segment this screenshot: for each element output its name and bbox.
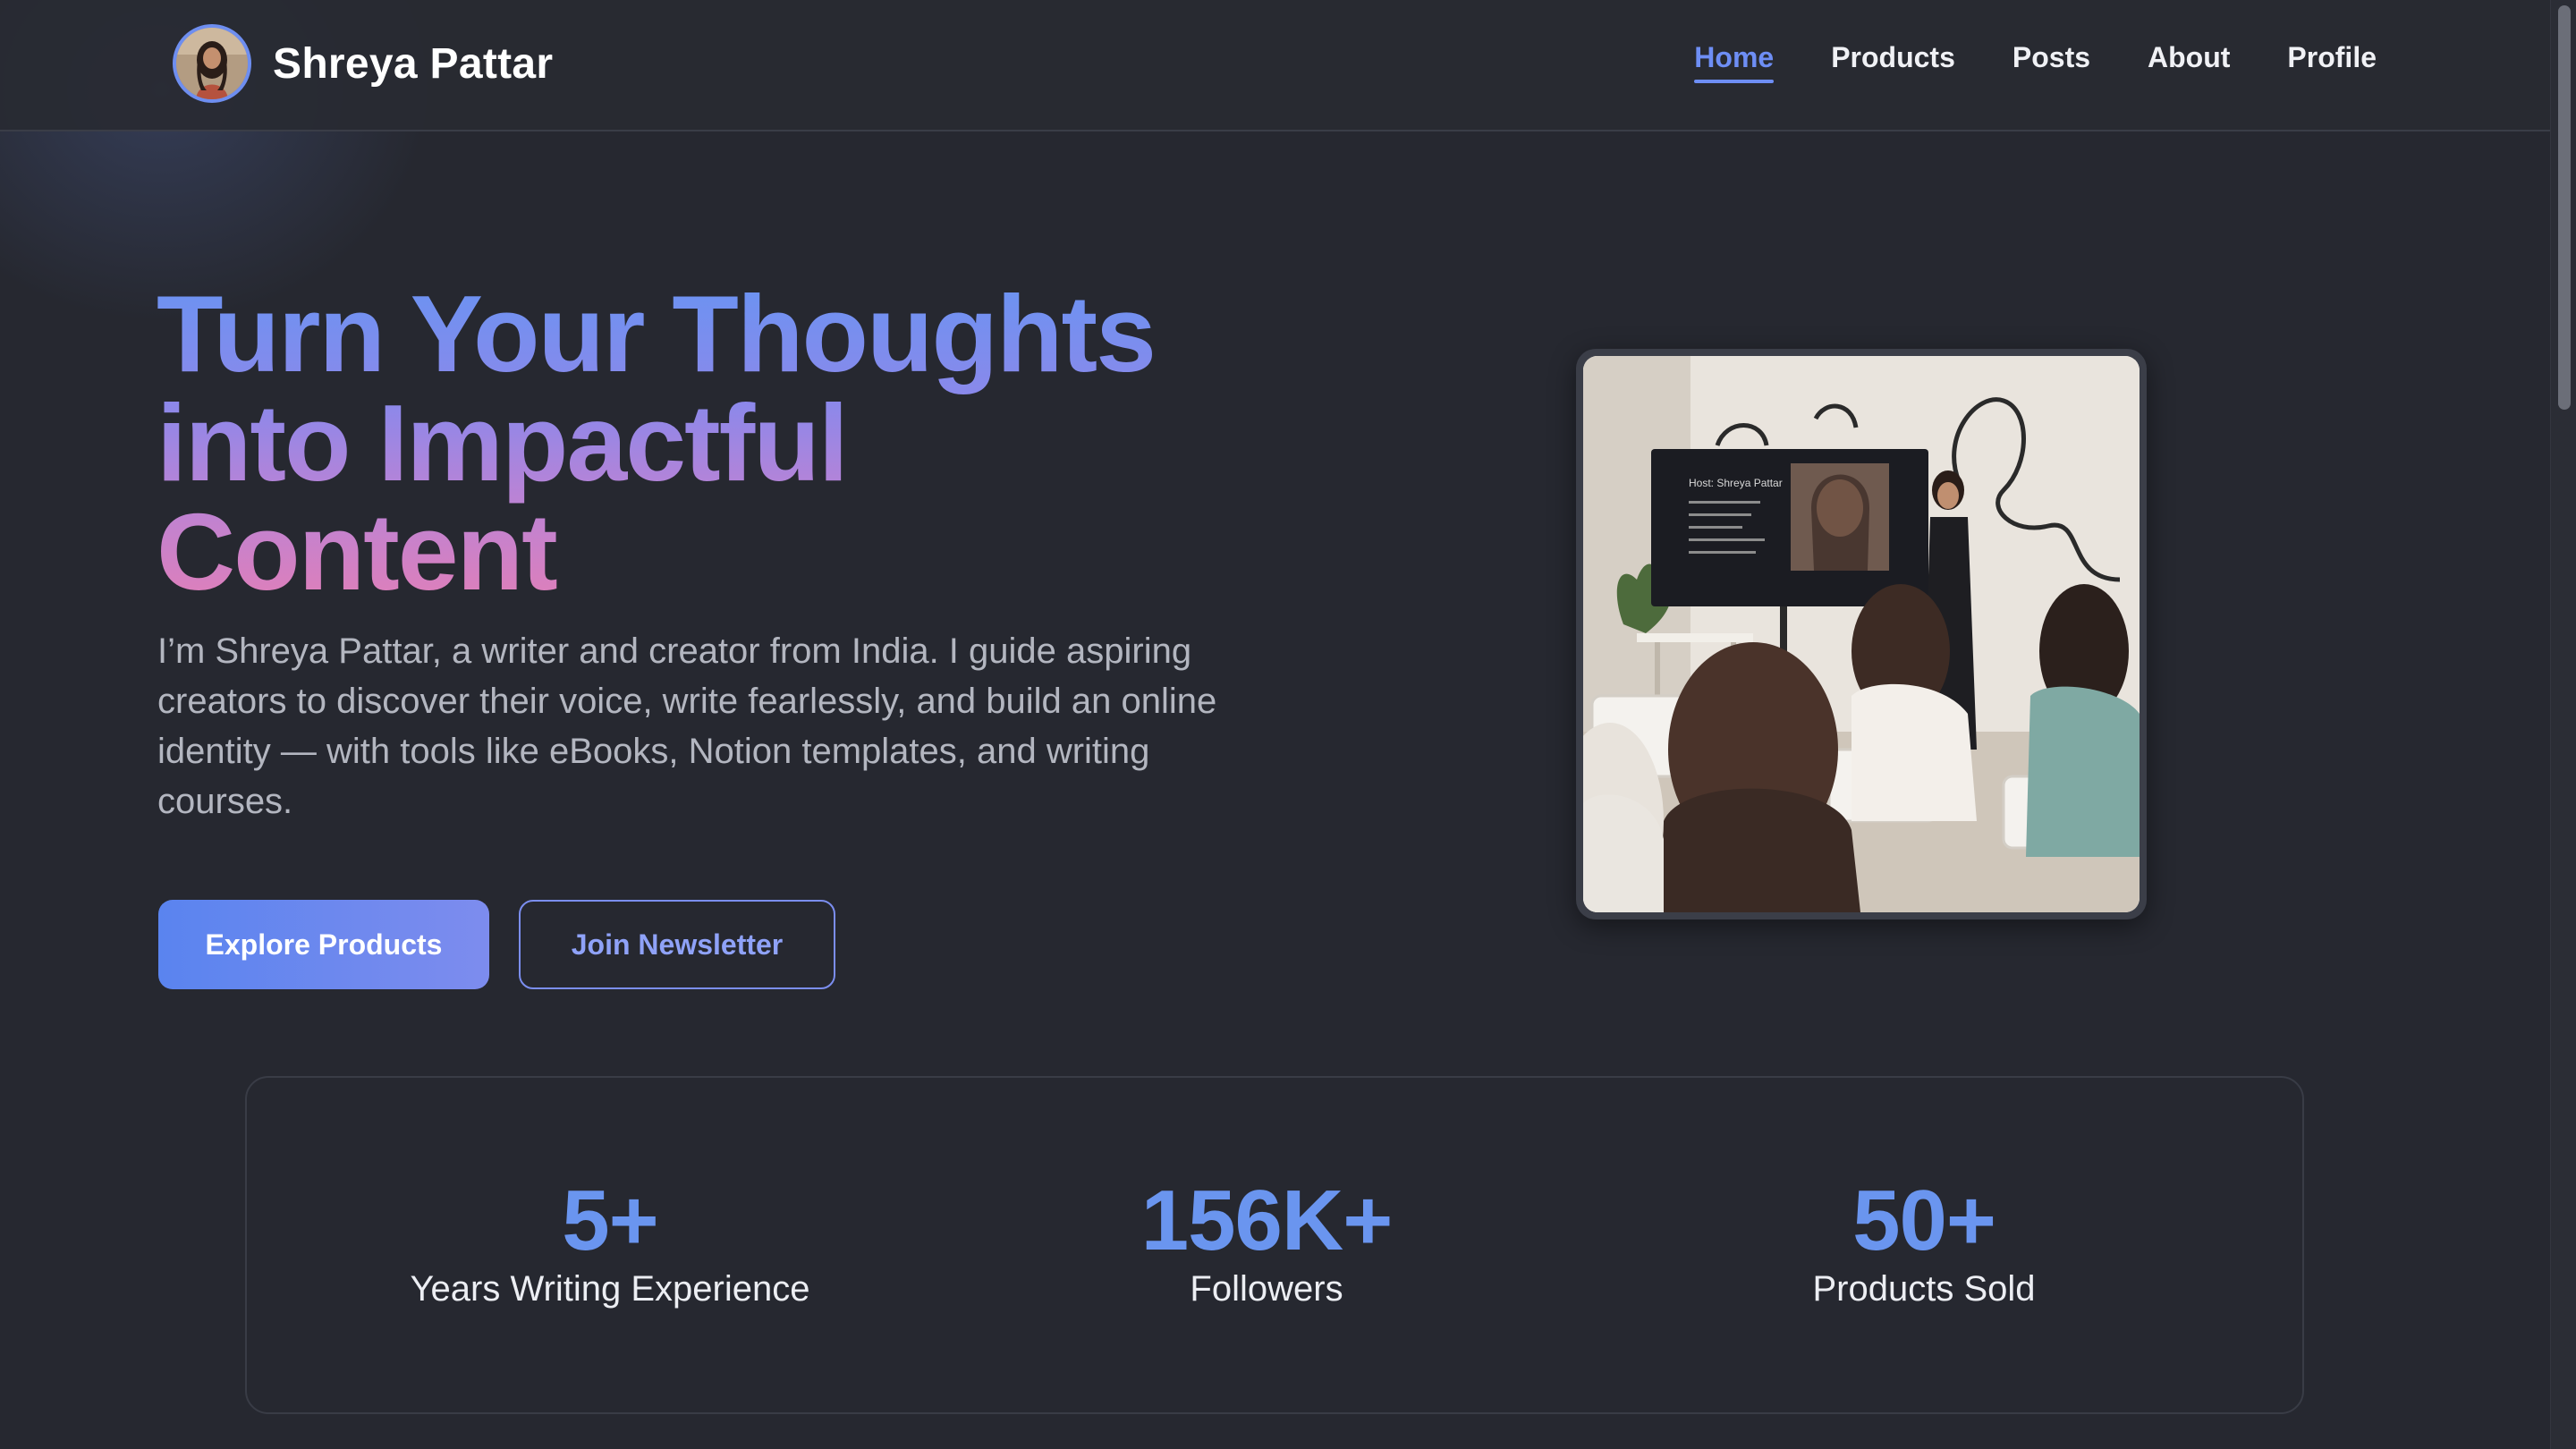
stat-value: 156K+	[1140, 1173, 1394, 1268]
avatar	[173, 24, 251, 103]
stats-card: 5+ Years Writing Experience 156K+ Follow…	[245, 1076, 2304, 1414]
workshop-photo-icon: Host: Shreya Pattar	[1583, 356, 2140, 912]
screen-host-text: Host: Shreya Pattar	[1689, 477, 1783, 489]
page-scrollbar[interactable]	[2550, 0, 2576, 1449]
main-nav: Home Products Posts About Profile	[1694, 41, 2377, 83]
brand[interactable]: Shreya Pattar	[173, 23, 553, 104]
avatar-portrait-icon	[176, 28, 248, 99]
hero-title-line-1: Turn Your Thoughts	[157, 273, 1156, 394]
stat-products-sold: 50+ Products Sold	[1656, 1176, 2192, 1310]
hero-image-frame: Host: Shreya Pattar	[1576, 349, 2147, 919]
workshop-photo: Host: Shreya Pattar	[1583, 356, 2140, 912]
nav-products[interactable]: Products	[1831, 41, 1955, 83]
site-header: Shreya Pattar Home Products Posts About …	[0, 0, 2551, 131]
explore-products-button[interactable]: Explore Products	[158, 900, 489, 989]
stat-followers: 156K+ Followers	[998, 1176, 1535, 1310]
hero-title-line-3: Content	[157, 491, 556, 613]
hero-description: I’m Shreya Pattar, a writer and creator …	[157, 631, 1217, 821]
nav-profile[interactable]: Profile	[2287, 41, 2377, 83]
stat-experience: 5+ Years Writing Experience	[342, 1176, 878, 1310]
nav-posts[interactable]: Posts	[2012, 41, 2090, 83]
scrollbar-thumb[interactable]	[2558, 5, 2571, 410]
nav-about[interactable]: About	[2148, 41, 2230, 83]
join-newsletter-button[interactable]: Join Newsletter	[519, 900, 835, 989]
brand-name: Shreya Pattar	[273, 39, 554, 88]
hero-title: Turn Your Thoughts into Impactful Conten…	[157, 279, 1319, 606]
hero-title-line-2: into Impactful	[157, 382, 847, 504]
stat-label: Followers	[1190, 1269, 1343, 1309]
stat-label: Products Sold	[1812, 1269, 2036, 1309]
nav-home[interactable]: Home	[1694, 41, 1774, 83]
stat-value: 5+	[562, 1173, 658, 1268]
stat-label: Years Writing Experience	[410, 1269, 810, 1309]
stat-value: 50+	[1852, 1173, 1996, 1268]
